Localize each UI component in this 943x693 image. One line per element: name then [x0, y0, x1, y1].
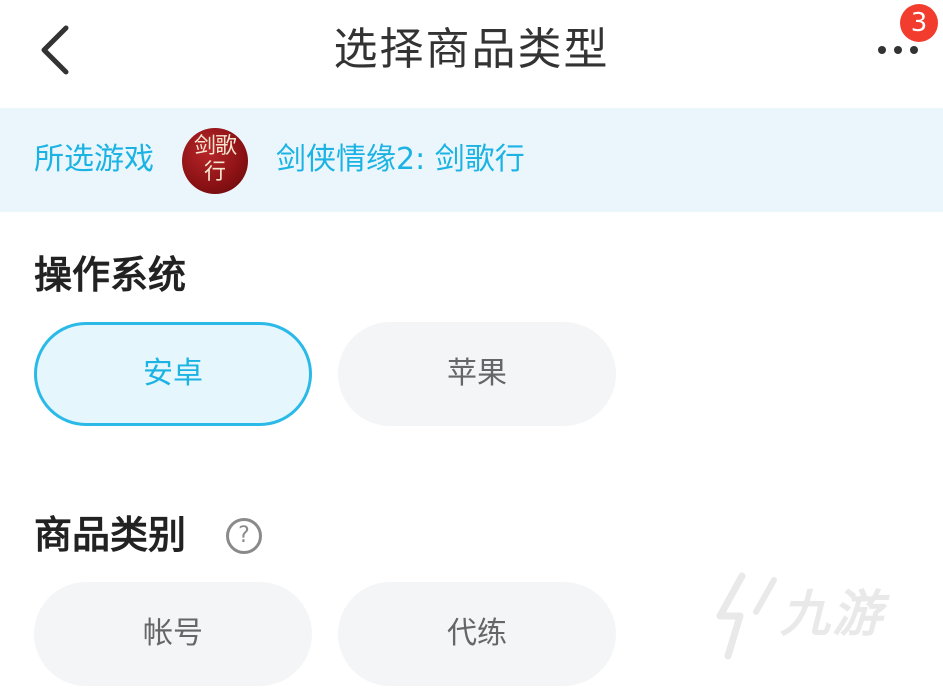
os-section-title: 操作系统	[34, 253, 187, 297]
os-option-android[interactable]: 安卓	[34, 322, 312, 426]
category-section-title: 商品类别	[34, 513, 187, 557]
notification-badge: 3	[900, 4, 938, 42]
watermark-logo: 九游	[712, 572, 912, 662]
category-option-boosting[interactable]: 代练	[338, 582, 616, 686]
selected-game-bar[interactable]: 所选游戏 剑歌 行 剑侠情缘2: 剑歌行	[0, 108, 943, 212]
more-dot	[910, 46, 918, 54]
more-dot	[894, 46, 902, 54]
question-circle-icon[interactable]: ?	[226, 518, 262, 554]
selected-game-name: 剑侠情缘2: 剑歌行	[276, 142, 525, 177]
watermark-mark-icon	[716, 572, 777, 660]
selected-game-label: 所选游戏	[34, 142, 154, 177]
page-title: 选择商品类型	[333, 24, 610, 75]
game-logo-text-top: 剑歌	[193, 134, 237, 159]
game-logo: 剑歌 行	[182, 128, 248, 194]
game-logo-text-bottom: 行	[203, 160, 226, 185]
os-option-apple[interactable]: 苹果	[338, 322, 616, 426]
more-horizontal-icon	[878, 46, 886, 54]
watermark-text: 九游	[780, 585, 884, 643]
category-option-account[interactable]: 帐号	[34, 582, 312, 686]
top-navigation-bar: 选择商品类型 3	[0, 0, 943, 108]
